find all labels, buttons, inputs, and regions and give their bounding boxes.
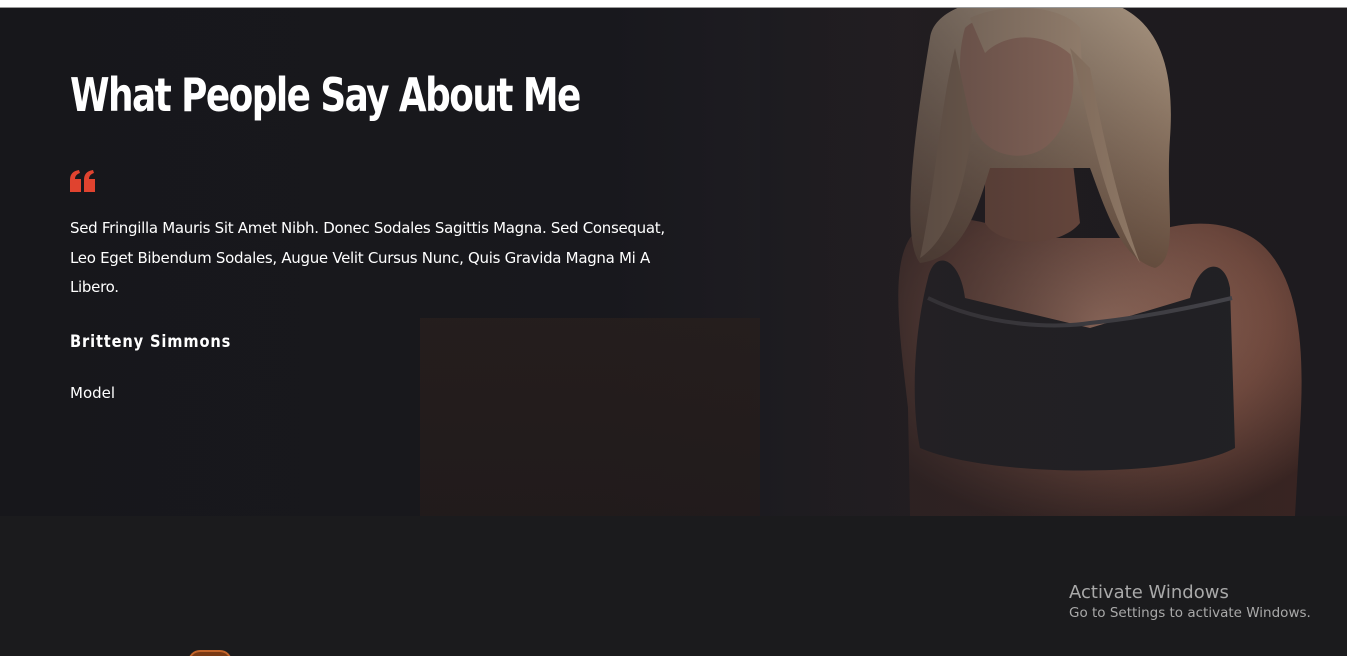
testimonial-quote: Sed Fringilla Mauris Sit Amet Nibh. Done… [70,219,665,296]
testimonial-author-name: Britteny Simmons [70,332,232,352]
logo-icon [188,650,232,656]
testimonial-photo [760,8,1347,516]
testimonial-section: What People Say About Me Sed Fringilla M… [0,8,1347,516]
quote-left-icon [70,170,96,192]
windows-activation-watermark: Activate Windows Go to Settings to activ… [1069,582,1311,621]
testimonial-author-role: Model [70,384,116,402]
section-title: What People Say About Me [70,68,581,122]
top-divider [0,0,1347,8]
watermark-title: Activate Windows [1069,582,1229,603]
watermark-subtitle: Go to Settings to activate Windows. [1069,605,1311,621]
